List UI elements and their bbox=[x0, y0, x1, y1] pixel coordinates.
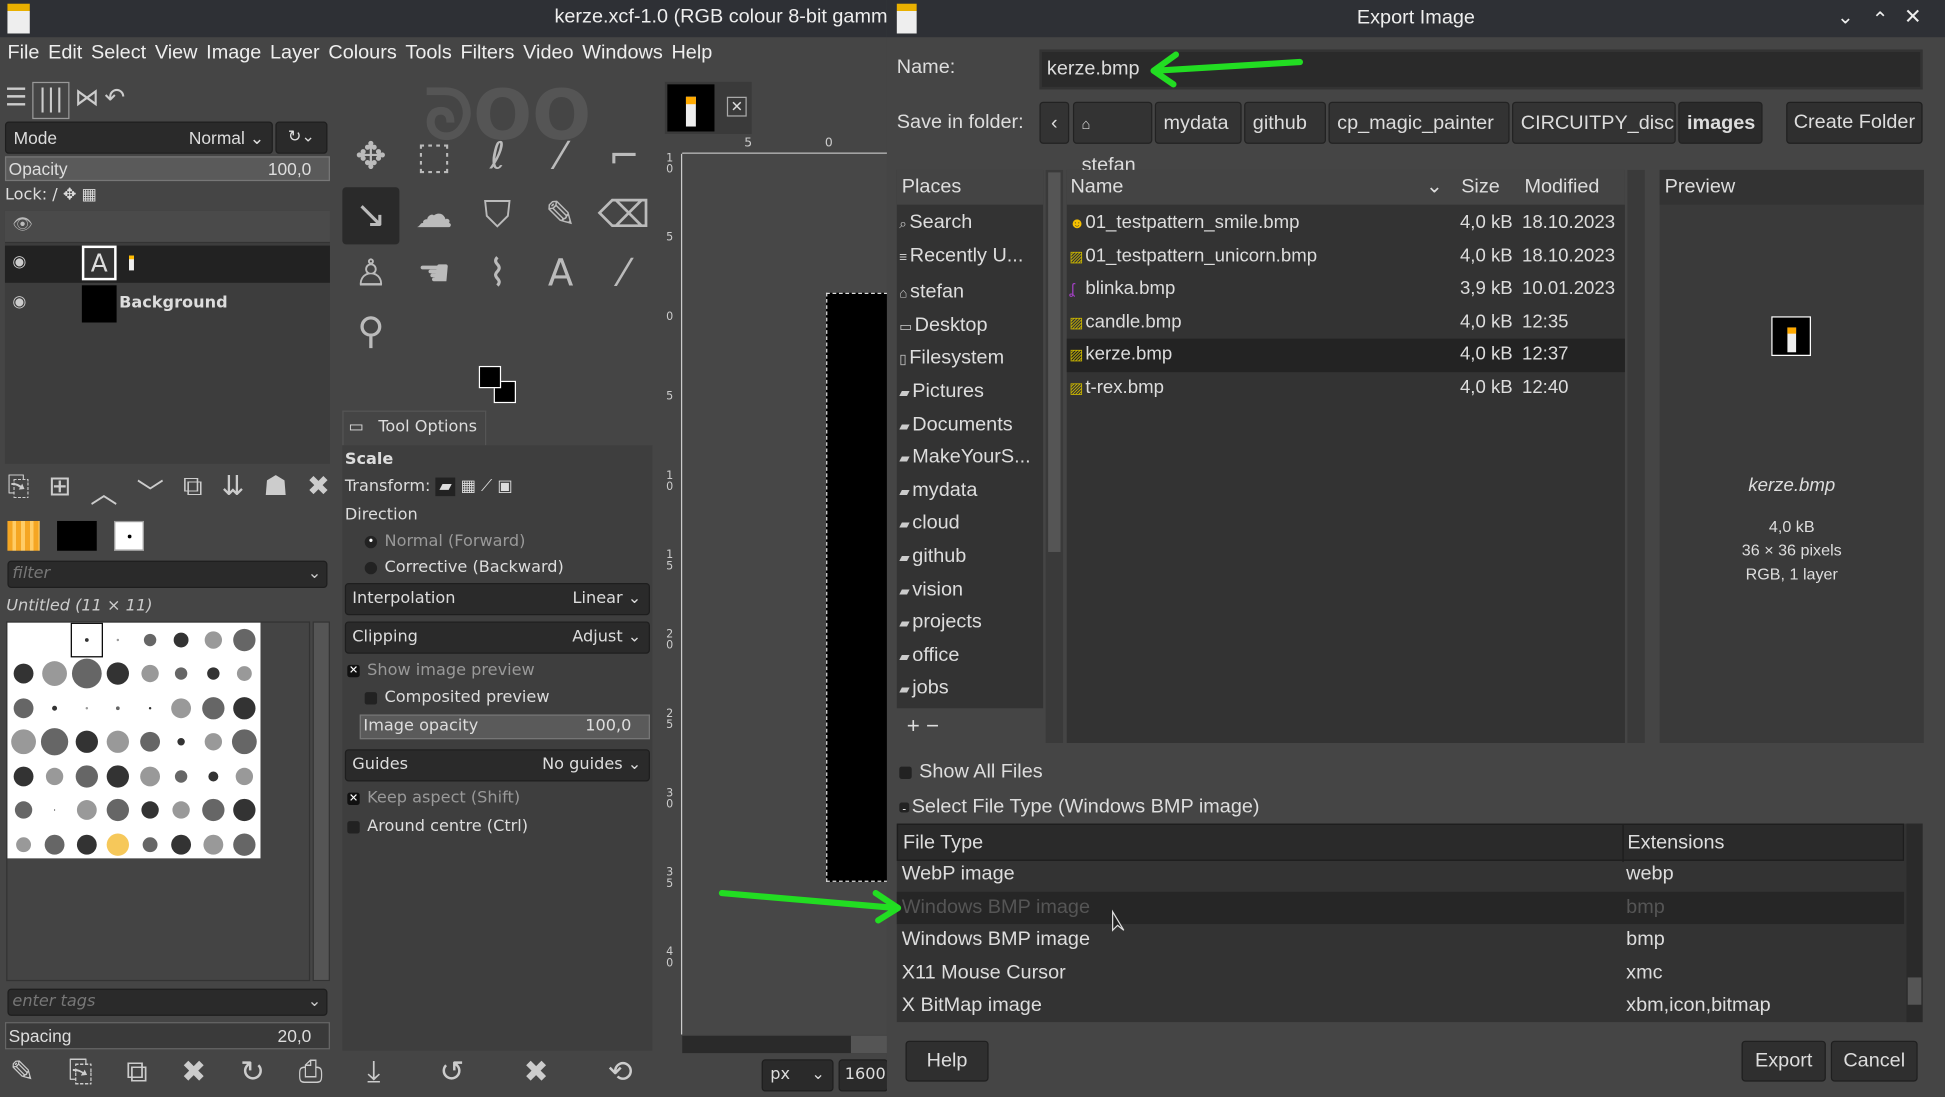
arrow-to-filetype bbox=[718, 889, 902, 924]
arrow-to-filename bbox=[1150, 51, 1304, 88]
annotation-arrows bbox=[718, 51, 1304, 932]
mouse-cursor-icon bbox=[1112, 909, 1125, 932]
foreground-color-swatch[interactable] bbox=[478, 365, 502, 389]
